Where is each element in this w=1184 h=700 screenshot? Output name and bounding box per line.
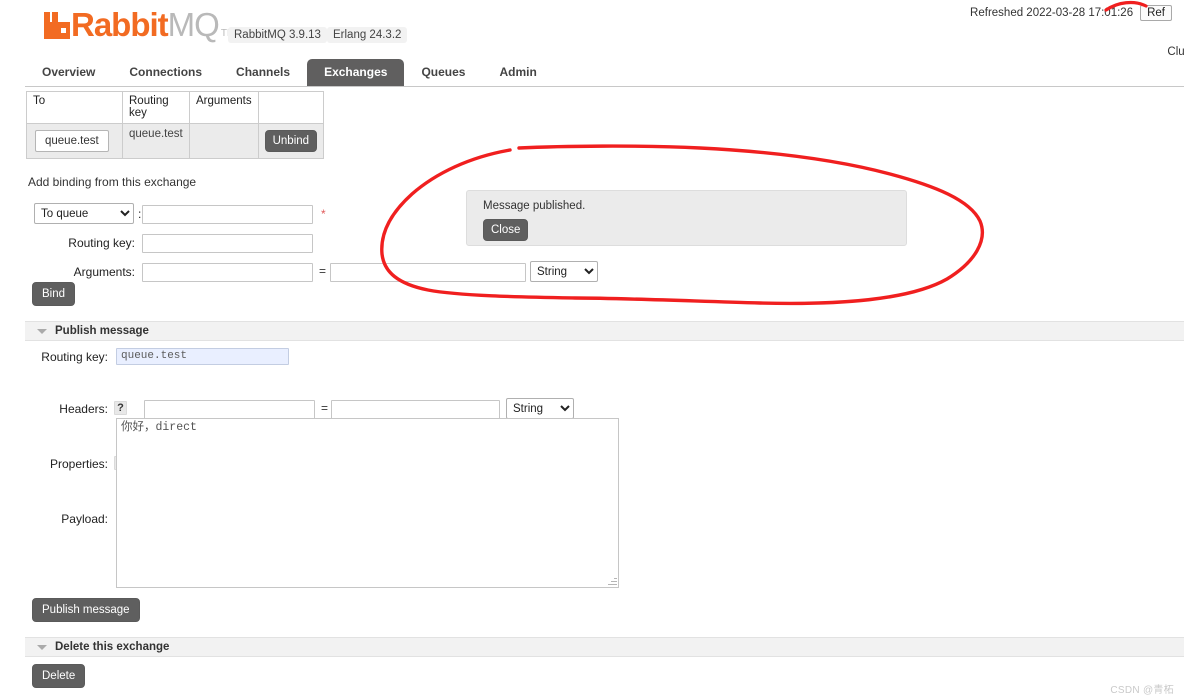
add-binding-arguments-row: Arguments: = String [28,261,598,286]
publish-routing-key-input[interactable]: queue.test [116,348,289,365]
bind-button[interactable]: Bind [32,282,76,307]
binding-argument-value-input[interactable] [330,263,526,282]
caret-down-icon [37,329,47,334]
tab-admin[interactable]: Admin [482,59,553,86]
tab-channels[interactable]: Channels [219,59,307,86]
table-header-row: To Routing key Arguments [26,91,325,124]
caret-down-icon [37,645,47,650]
nav-divider [25,86,1184,87]
app-page: Rabbit MQ TM RabbitMQ 3.9.13 Erlang 24.3… [0,0,1184,700]
publish-header-key-input[interactable] [144,400,315,419]
required-asterisk: * [321,207,326,221]
logo-text-secondary: MQ [167,6,220,43]
binding-routing-key-label: Routing key: [68,236,135,250]
publish-properties-label: Properties: [49,457,108,471]
resize-handle-icon[interactable] [607,576,617,586]
csdn-watermark: CSDN @青柘 [1110,685,1174,696]
binding-destination-cell: queue.test [26,123,123,159]
publish-routing-key-label: Routing key: [41,350,108,364]
column-header-routing-key: Routing key [122,91,190,124]
cluster-label: Cluste [1167,46,1184,58]
binding-routing-key-input[interactable] [142,234,313,253]
column-header-arguments: Arguments [189,91,259,124]
binding-arguments-cell [189,123,259,159]
rabbit-logo-icon [44,12,70,39]
table-row: queue.test queue.test Unbind [26,123,325,159]
delete-button[interactable]: Delete [32,664,86,689]
binding-destination-input[interactable] [142,205,313,224]
delete-exchange-section-bar[interactable]: Delete this exchange [25,637,1184,657]
binding-argument-key-input[interactable] [142,263,313,282]
add-binding-heading: Add binding from this exchange [28,175,197,189]
payload-text-content: 你好，direct [121,421,197,434]
publish-header-type-select[interactable]: String [506,398,574,419]
destination-colon: : [138,207,142,221]
rabbitmq-logo[interactable]: Rabbit MQ TM [44,6,235,43]
refresh-button[interactable]: Ref [1140,5,1172,21]
main-nav: Overview Connections Channels Exchanges … [25,59,1184,87]
erlang-version-badge: Erlang 24.3.2 [327,27,408,43]
binding-arguments-equals: = [319,264,327,278]
tab-overview[interactable]: Overview [25,59,112,86]
binding-arguments-label: Arguments: [73,265,135,279]
publish-confirmation-text: Message published. [483,200,586,212]
publish-header-value-input[interactable] [331,400,500,419]
close-button[interactable]: Close [483,219,529,242]
logo-text-primary: Rabbit [71,6,169,43]
binding-routing-key-cell: queue.test [122,123,190,159]
binding-argument-type-select[interactable]: String [530,261,598,282]
binding-action-cell: Unbind [257,123,325,159]
unbind-button[interactable]: Unbind [264,129,318,153]
tab-connections[interactable]: Connections [112,59,219,86]
publish-message-button[interactable]: Publish message [32,598,140,623]
publish-payload-label: Payload: [61,512,108,526]
column-header-actions [257,91,325,124]
page-header: Rabbit MQ TM RabbitMQ 3.9.13 Erlang 24.3… [0,0,1184,58]
refresh-status-area: Refreshed 2022-03-28 17:01:26 Ref [970,5,1172,21]
publish-payload-textarea[interactable]: 你好，direct [116,418,619,588]
column-header-to: To [26,91,123,124]
rabbitmq-version-badge: RabbitMQ 3.9.13 [228,27,327,43]
delete-exchange-section-title: Delete this exchange [55,641,170,653]
binding-destination-type-select[interactable]: To queue [34,203,134,224]
publish-headers-equals: = [321,401,329,415]
headers-help-icon[interactable]: ? [114,401,127,415]
tab-queues[interactable]: Queues [404,59,482,86]
publish-message-section-title: Publish message [55,325,149,337]
publish-message-section-bar[interactable]: Publish message [25,321,1184,341]
message-published-dialog: Message published. Close [466,190,907,246]
refreshed-timestamp: Refreshed 2022-03-28 17:01:26 [970,7,1134,19]
bindings-table: To Routing key Arguments queue.test queu… [26,91,325,159]
queue-link[interactable]: queue.test [35,130,109,152]
publish-headers-label: Headers: [59,402,108,416]
tab-exchanges[interactable]: Exchanges [307,59,405,86]
